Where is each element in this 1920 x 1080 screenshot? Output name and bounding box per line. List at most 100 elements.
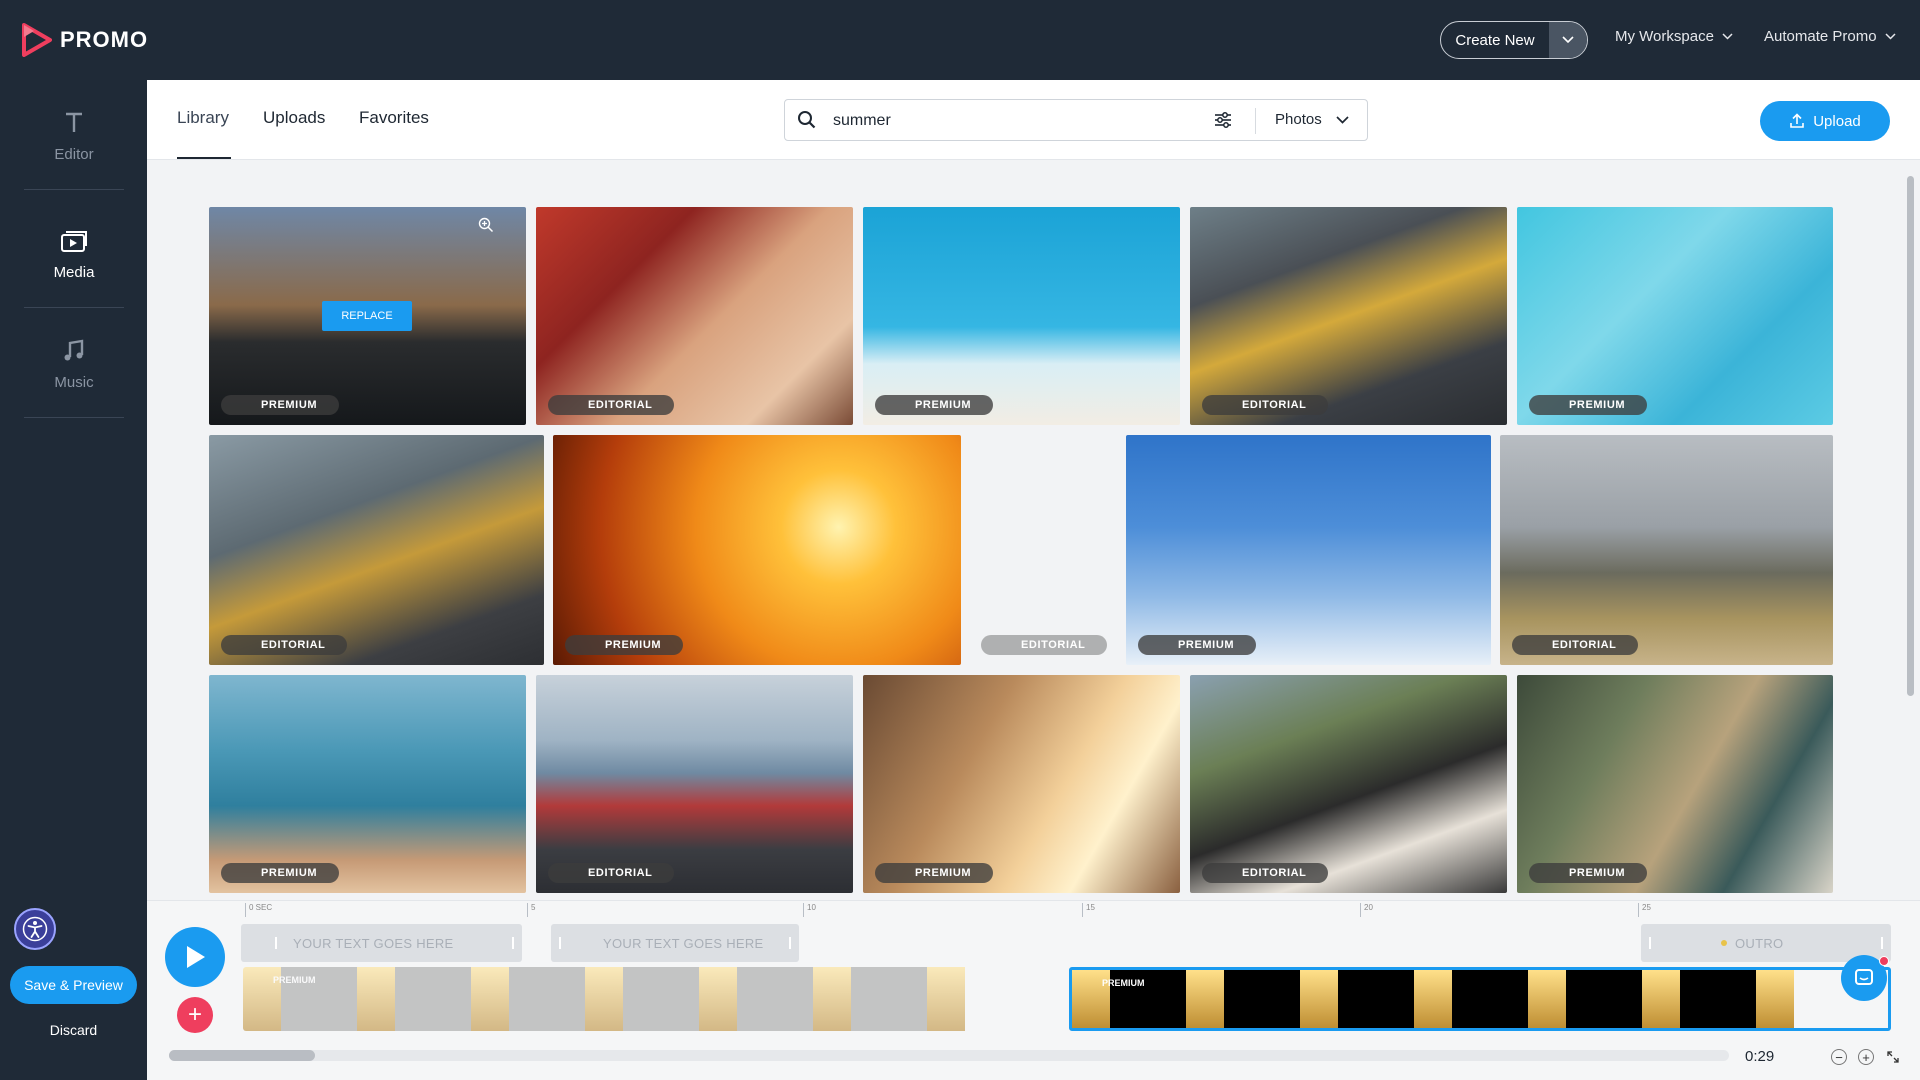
- promo-logo[interactable]: PROMO: [22, 22, 148, 58]
- video-clip[interactable]: PREMIUM: [243, 967, 1065, 1031]
- filter-sliders-icon[interactable]: [1213, 110, 1233, 130]
- media-tile[interactable]: PREMIUM: [863, 207, 1180, 425]
- license-badge: PREMIUM: [565, 635, 684, 655]
- license-badge: EDITORIAL: [1202, 863, 1329, 883]
- search-box: Photos: [784, 99, 1368, 141]
- ruler-tick: 0 SEC: [245, 903, 272, 917]
- tab-favorites[interactable]: Favorites: [359, 108, 429, 128]
- media-tile[interactable]: PREMIUM: [1517, 207, 1833, 425]
- sidebar-item-music[interactable]: Music: [24, 308, 124, 418]
- license-badge: PREMIUM: [875, 395, 994, 415]
- text-icon: [64, 106, 84, 140]
- expand-icon: [1887, 1051, 1899, 1063]
- media-tile[interactable]: PREMIUM: [1126, 435, 1491, 665]
- ruler-tick: 25: [1638, 903, 1651, 917]
- clip-license-label: PREMIUM: [1102, 978, 1145, 988]
- text-clip[interactable]: YOUR TEXT GOES HERE: [551, 924, 799, 962]
- media-icon: [59, 224, 89, 258]
- ruler-tick: 20: [1360, 903, 1373, 917]
- sidebar-item-label: Editor: [54, 146, 94, 163]
- accessibility-button[interactable]: [14, 908, 56, 950]
- sidebar-item-label: Media: [53, 264, 95, 281]
- sidebar-item-media[interactable]: Media: [24, 198, 124, 308]
- create-new-dropdown[interactable]: [1549, 22, 1587, 58]
- workspace-menu[interactable]: My Workspace: [1615, 28, 1733, 45]
- chat-icon: [1855, 969, 1873, 985]
- media-grid: REPLACE PREMIUM EDITORIAL PREMIUM EDITOR…: [147, 160, 1920, 900]
- logo-text: PROMO: [60, 27, 149, 52]
- media-tile[interactable]: EDITORIAL: [1500, 435, 1833, 665]
- license-badge: PREMIUM: [875, 863, 994, 883]
- zoom-out-button[interactable]: −: [1831, 1049, 1847, 1065]
- timeline: 0 SEC 5 10 15 20 25 + YOUR TEXT GOES HER…: [147, 900, 1920, 1080]
- chevron-down-icon: [1885, 33, 1896, 40]
- license-badge: PREMIUM: [1529, 395, 1648, 415]
- media-tile[interactable]: EDITORIAL: [1190, 675, 1507, 893]
- fullscreen-button[interactable]: [1885, 1049, 1901, 1065]
- media-tile[interactable]: EDITORIAL: [536, 207, 853, 425]
- create-new-button[interactable]: Create New: [1440, 21, 1588, 59]
- media-tile[interactable]: EDITORIAL: [969, 435, 1124, 665]
- drag-handle[interactable]: [789, 937, 791, 949]
- accessibility-icon: [22, 916, 48, 942]
- drag-handle[interactable]: [1649, 937, 1651, 949]
- tab-uploads[interactable]: Uploads: [263, 108, 325, 128]
- drag-handle[interactable]: [1881, 937, 1883, 949]
- outro-label: OUTRO: [1735, 935, 1784, 951]
- video-clip-selected[interactable]: PREMIUM: [1069, 967, 1891, 1031]
- drag-handle[interactable]: [559, 937, 561, 949]
- media-tile[interactable]: PREMIUM: [209, 675, 526, 893]
- media-tile[interactable]: PREMIUM: [1517, 675, 1833, 893]
- search-icon[interactable]: [797, 110, 817, 130]
- save-preview-button[interactable]: Save & Preview: [10, 966, 137, 1004]
- replace-button[interactable]: REPLACE: [322, 301, 412, 331]
- search-input[interactable]: [833, 109, 1173, 133]
- library-header: Library Uploads Favorites Photos Upload: [147, 80, 1920, 160]
- media-tile[interactable]: PREMIUM: [553, 435, 961, 665]
- upload-icon: [1790, 113, 1805, 128]
- ruler-tick: 5: [527, 903, 535, 917]
- timeline-scroll-thumb[interactable]: [169, 1050, 315, 1061]
- create-new-label[interactable]: Create New: [1441, 22, 1549, 58]
- text-clip-label: YOUR TEXT GOES HERE: [603, 935, 764, 951]
- add-scene-button[interactable]: +: [177, 997, 213, 1033]
- grid-scrollbar[interactable]: [1907, 176, 1914, 696]
- license-badge: PREMIUM: [1529, 863, 1648, 883]
- text-clip[interactable]: YOUR TEXT GOES HERE: [241, 924, 522, 962]
- drag-handle[interactable]: [275, 937, 277, 949]
- sidebar-item-editor[interactable]: Editor: [24, 80, 124, 190]
- media-tile[interactable]: PREMIUM: [863, 675, 1180, 893]
- zoom-in-icon[interactable]: [478, 217, 494, 233]
- automate-label: Automate Promo: [1764, 28, 1877, 45]
- media-type-select[interactable]: Photos: [1275, 111, 1349, 128]
- zoom-in-button[interactable]: +: [1858, 1049, 1874, 1065]
- play-icon: [187, 946, 205, 968]
- timeline-scrollbar[interactable]: [169, 1050, 1729, 1061]
- discard-link[interactable]: Discard: [0, 1022, 147, 1038]
- play-button[interactable]: [165, 927, 225, 987]
- license-badge: PREMIUM: [221, 863, 340, 883]
- license-badge: PREMIUM: [1138, 635, 1257, 655]
- clip-license-label: PREMIUM: [273, 975, 316, 985]
- media-type-value: Photos: [1275, 111, 1322, 128]
- tab-library[interactable]: Library: [177, 108, 229, 128]
- media-tile[interactable]: EDITORIAL: [1190, 207, 1507, 425]
- media-tile[interactable]: REPLACE PREMIUM: [209, 207, 526, 425]
- media-tile[interactable]: EDITORIAL: [536, 675, 853, 893]
- media-tile[interactable]: EDITORIAL: [209, 435, 544, 665]
- automate-promo-menu[interactable]: Automate Promo: [1764, 28, 1896, 45]
- top-bar: PROMO Create New My Workspace Automate P…: [0, 0, 1920, 80]
- upload-button[interactable]: Upload: [1760, 101, 1890, 141]
- sidebar: Editor Media Music Save & Preview Discar…: [0, 80, 147, 1080]
- chevron-down-icon: [1336, 115, 1349, 124]
- music-icon: [62, 334, 86, 368]
- license-badge: EDITORIAL: [1202, 395, 1329, 415]
- notification-dot: [1879, 956, 1889, 966]
- workspace-label: My Workspace: [1615, 28, 1714, 45]
- ruler-tick: 10: [803, 903, 816, 917]
- text-clip-label: YOUR TEXT GOES HERE: [293, 935, 454, 951]
- search-divider: [1255, 108, 1256, 134]
- drag-handle[interactable]: [512, 937, 514, 949]
- active-tab-indicator: [177, 157, 231, 159]
- license-badge: EDITORIAL: [548, 863, 675, 883]
